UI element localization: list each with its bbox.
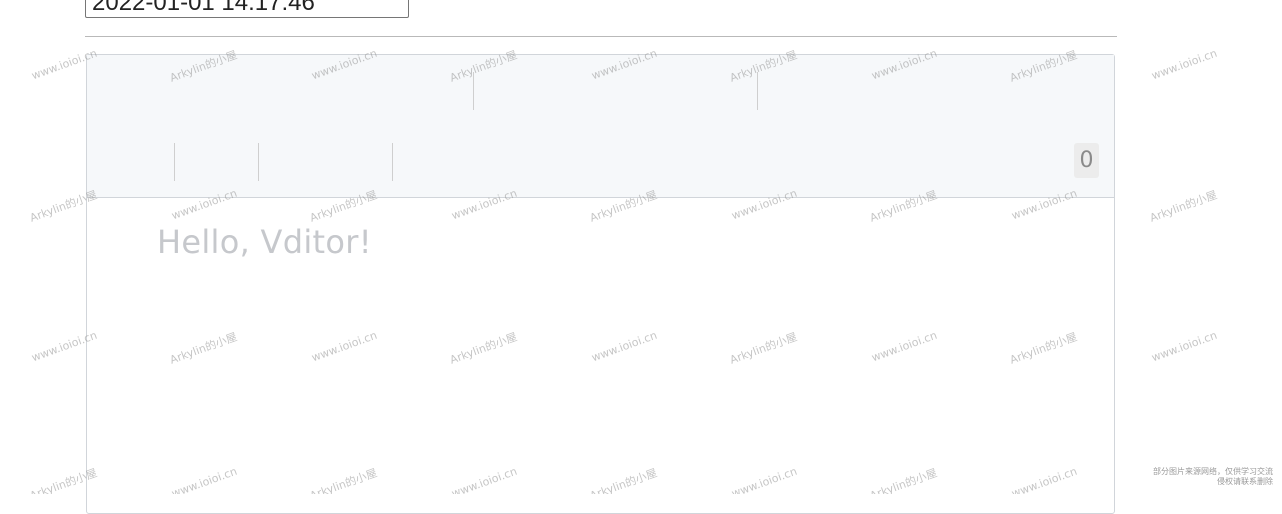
watermark-owner: Arkylin的小屋 bbox=[1148, 188, 1219, 225]
editor-toolbar: 0 bbox=[87, 55, 1114, 198]
copyright-notice-line: 侵权请联系删除 bbox=[1217, 477, 1273, 486]
editor-placeholder[interactable]: Hello, Vditor! bbox=[157, 223, 372, 261]
toolbar-divider bbox=[473, 72, 474, 110]
watermark-site: www.ioioi.cn bbox=[1149, 46, 1219, 83]
section-divider bbox=[85, 36, 1117, 37]
toolbar-divider bbox=[174, 143, 175, 181]
datetime-input[interactable] bbox=[85, 0, 409, 18]
character-counter: 0 bbox=[1074, 143, 1099, 178]
copyright-notice: 部分图片来源网络，仅供学习交流 侵权请联系删除 bbox=[1143, 467, 1273, 487]
copyright-notice-line: 部分图片来源网络，仅供学习交流 bbox=[1153, 467, 1273, 476]
toolbar-divider bbox=[392, 143, 393, 181]
toolbar-divider bbox=[258, 143, 259, 181]
watermark-site: www.ioioi.cn bbox=[1149, 328, 1219, 365]
toolbar-divider bbox=[757, 72, 758, 110]
markdown-editor: 0 Hello, Vditor! bbox=[86, 54, 1115, 514]
